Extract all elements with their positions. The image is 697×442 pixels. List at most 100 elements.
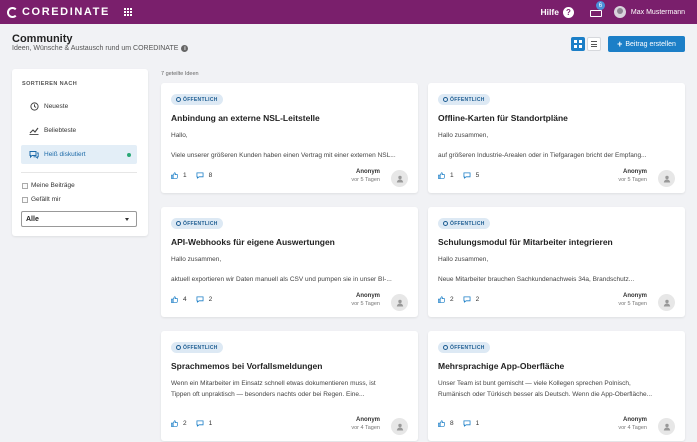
visibility-badge: ÖFFENTLICH <box>438 218 490 229</box>
visibility-badge: ÖFFENTLICH <box>438 94 490 105</box>
like-count: 1 <box>450 172 454 179</box>
user-avatar-icon <box>658 418 675 435</box>
card-title[interactable]: Sprachmemos bei Vorfallsmeldungen <box>171 361 322 371</box>
help-icon[interactable]: ? <box>562 6 574 18</box>
idea-card[interactable]: ÖFFENTLICH Sprachmemos bei Vorfallsmeldu… <box>161 331 418 441</box>
author-name: Anonym <box>356 417 380 423</box>
user-avatar[interactable] <box>613 6 626 18</box>
comment-icon[interactable] <box>196 420 204 427</box>
card-author: Anonym vor 4 Tagen <box>618 417 647 431</box>
card-author: Anonym vor 5 Tagen <box>618 293 647 307</box>
info-icon[interactable]: i <box>181 45 189 52</box>
like-count: 8 <box>450 420 454 427</box>
card-title[interactable]: API-Webhooks für eigene Auswertungen <box>171 237 335 247</box>
globe-icon <box>443 97 448 102</box>
comment-icon[interactable] <box>196 296 204 303</box>
globe-icon <box>176 221 181 226</box>
card-title[interactable]: Schulungsmodul für Mitarbeiter integrier… <box>438 237 613 247</box>
card-excerpt: Wenn ein Mitarbeiter im Einsatz schnell … <box>171 378 406 418</box>
list-view-toggle[interactable] <box>587 37 601 51</box>
liked-checkbox[interactable] <box>22 196 28 203</box>
comment-icon[interactable] <box>463 172 471 179</box>
user-avatar-icon <box>391 170 408 187</box>
comment-count: 5 <box>475 172 480 179</box>
sort-hot[interactable]: Heiß diskutiert <box>21 145 137 164</box>
comment-count: 2 <box>475 296 480 303</box>
apps-grid-icon[interactable] <box>123 8 132 16</box>
filter-liked[interactable]: Gefällt mir <box>22 196 61 203</box>
post-date: vor 4 Tagen <box>618 425 647 431</box>
user-name[interactable]: Max Mustermann <box>631 9 685 16</box>
filter-my-posts[interactable]: Meine Beiträge <box>22 182 75 189</box>
active-indicator <box>127 152 131 157</box>
user-avatar-icon <box>391 418 408 435</box>
thumbs-up-icon[interactable] <box>171 420 178 427</box>
card-excerpt: Unser Team ist bunt gemischt — viele Kol… <box>438 378 673 418</box>
card-author: Anonym vor 5 Tagen <box>618 169 647 183</box>
card-title[interactable]: Mehrsprachige App-Oberfläche <box>438 361 564 371</box>
sort-popular[interactable]: Beliebteste <box>21 121 137 140</box>
clock-icon <box>29 102 39 112</box>
category-select[interactable]: Alle <box>21 211 137 227</box>
user-avatar-icon <box>658 294 675 311</box>
page-subtitle: Ideen, Wünsche & Austausch rund um CORED… <box>12 45 189 52</box>
card-excerpt: Hallo zusammen, Neue Mitarbeiter brauchen… <box>438 254 673 294</box>
create-post-label: Beitrag erstellen <box>625 40 676 48</box>
my-posts-checkbox[interactable] <box>22 182 28 189</box>
post-date: vor 5 Tagen <box>351 301 380 307</box>
author-name: Anonym <box>623 169 647 175</box>
post-date: vor 5 Tagen <box>351 177 380 183</box>
card-stats: 2 2 <box>438 296 479 303</box>
excerpt-line: Unser Team ist bunt gemischt — viele Kol… <box>438 380 631 387</box>
badge-label: ÖFFENTLICH <box>183 220 218 227</box>
author-name: Anonym <box>623 293 647 299</box>
sort-popular-label: Beliebteste <box>44 127 77 134</box>
excerpt-line: Tippen oft unpraktisch — besonders nacht… <box>171 391 365 398</box>
card-excerpt: Hallo zusammen, auf größeren Industrie-Ar… <box>438 130 673 170</box>
brand-logo[interactable]: COREDINATE <box>7 6 110 18</box>
page-title: Community <box>12 33 73 45</box>
comment-icon[interactable] <box>463 420 471 427</box>
thumbs-up-icon[interactable] <box>438 172 445 179</box>
comment-icon[interactable] <box>196 172 204 179</box>
excerpt-line: Hallo, <box>171 132 188 139</box>
excerpt-line: auf größeren Industrie-Arealen oder in T… <box>438 152 647 159</box>
author-name: Anonym <box>356 293 380 299</box>
sort-newest[interactable]: Neueste <box>21 97 137 116</box>
help-label[interactable]: Hilfe <box>541 7 559 17</box>
globe-icon <box>443 345 448 350</box>
visibility-badge: ÖFFENTLICH <box>171 94 223 105</box>
inbox-badge: 6 <box>595 1 605 10</box>
globe-icon <box>176 97 181 102</box>
thumbs-up-icon[interactable] <box>438 296 445 303</box>
card-author: Anonym vor 5 Tagen <box>351 169 380 183</box>
excerpt-line: Hallo zusammen, <box>438 132 489 139</box>
card-stats: 1 5 <box>438 172 479 179</box>
comment-count: 2 <box>208 296 213 303</box>
idea-card[interactable]: ÖFFENTLICH Anbindung an externe NSL-Leit… <box>161 83 418 193</box>
idea-card[interactable]: ÖFFENTLICH Mehrsprachige App-Oberfläche … <box>428 331 685 441</box>
comment-count: 8 <box>208 172 213 179</box>
thumbs-up-icon[interactable] <box>171 296 178 303</box>
user-avatar-icon <box>658 170 675 187</box>
plus-icon: + <box>617 39 623 49</box>
grid-view-toggle[interactable] <box>571 37 585 51</box>
idea-card[interactable]: ÖFFENTLICH Schulungsmodul für Mitarbeite… <box>428 207 685 317</box>
create-post-button[interactable]: + Beitrag erstellen <box>608 36 685 52</box>
thumbs-up-icon[interactable] <box>171 172 178 179</box>
brand-name: COREDINATE <box>22 6 110 18</box>
visibility-badge: ÖFFENTLICH <box>438 342 490 353</box>
idea-count: 7 geteilte Ideen <box>161 71 199 77</box>
card-title[interactable]: Anbindung an externe NSL-Leitstelle <box>171 113 320 123</box>
idea-card[interactable]: ÖFFENTLICH API-Webhooks für eigene Auswe… <box>161 207 418 317</box>
comment-icon[interactable] <box>463 296 471 303</box>
badge-label: ÖFFENTLICH <box>450 96 485 103</box>
inbox-icon[interactable]: 6 <box>589 1 605 17</box>
idea-card[interactable]: ÖFFENTLICH Offline-Karten für Standortpl… <box>428 83 685 193</box>
globe-icon <box>176 345 181 350</box>
card-title[interactable]: Offline-Karten für Standortpläne <box>438 113 568 123</box>
my-posts-label: Meine Beiträge <box>31 182 75 189</box>
sidebar-divider <box>21 172 137 173</box>
excerpt-line: Hallo zusammen, <box>438 256 489 263</box>
thumbs-up-icon[interactable] <box>438 420 445 427</box>
